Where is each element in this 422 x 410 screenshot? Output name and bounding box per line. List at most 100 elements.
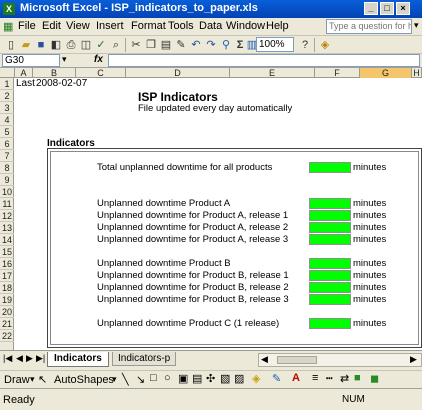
first-sheet-icon[interactable]: |◀ [3,353,12,364]
help-search-input[interactable]: Type a question for help [326,19,412,34]
column-header-g[interactable]: G [360,68,412,78]
scroll-thumb[interactable] [277,356,317,364]
menu-tools[interactable]: Tools [168,20,194,32]
row-header[interactable]: 11 [0,198,14,210]
line-style-icon[interactable]: ≡ [312,372,318,384]
fill-color-icon[interactable]: ◈ [318,38,332,52]
indicator-value-cell[interactable] [309,162,351,173]
row-header[interactable]: 4 [0,114,14,126]
row-header[interactable]: 22 [0,330,14,342]
column-header-e[interactable]: E [230,68,315,78]
print-icon[interactable]: ⎙ [64,38,78,52]
shadow-style-icon[interactable]: ■ [354,372,361,384]
menu-help[interactable]: Help [266,20,289,32]
formula-input[interactable] [108,54,420,67]
column-header-c[interactable]: C [76,68,126,78]
copy-icon[interactable]: ❐ [144,38,158,52]
name-box-dropdown-icon[interactable]: ▾ [62,54,67,65]
help-icon[interactable]: ? [298,38,312,52]
name-box[interactable]: G30 [2,54,60,67]
rectangle-icon[interactable]: □ [150,372,157,384]
row-header[interactable]: 10 [0,186,14,198]
indicator-value-cell[interactable] [309,222,351,233]
menu-view[interactable]: View [66,20,90,32]
clip-art-icon[interactable]: ▧ [220,372,230,385]
diagram-icon[interactable]: ✣ [206,372,215,385]
new-icon[interactable]: ▯ [4,38,18,52]
dash-style-icon[interactable]: ┅ [326,372,333,385]
menu-edit[interactable]: Edit [42,20,61,32]
insert-function-icon[interactable]: fx [94,54,103,65]
indicator-value-cell[interactable] [309,294,351,305]
row-header[interactable]: 13 [0,222,14,234]
cut-icon[interactable]: ✂ [129,38,143,52]
fill-color-icon[interactable]: ◈ [252,372,260,385]
undo-icon[interactable]: ↶ [189,38,203,52]
tab-indicators[interactable]: Indicators [47,352,109,367]
row-header[interactable]: 15 [0,246,14,258]
select-all-corner[interactable] [0,68,15,78]
close-button[interactable]: × [396,2,410,15]
row-header[interactable]: 19 [0,294,14,306]
next-sheet-icon[interactable]: ▶ [26,353,33,364]
line-color-icon[interactable]: ✎ [272,372,281,385]
last-sheet-icon[interactable]: ▶| [36,353,45,364]
row-header[interactable]: 18 [0,282,14,294]
workbook-icon[interactable]: ▦ [3,20,13,33]
column-header-d[interactable]: D [126,68,230,78]
row-header[interactable]: 3 [0,102,14,114]
menu-insert[interactable]: Insert [96,20,124,32]
redo-icon[interactable]: ↷ [204,38,218,52]
tab-indicators-p[interactable]: Indicators-p [112,352,177,366]
menu-data[interactable]: Data [199,20,222,32]
arrow-icon[interactable]: ↘ [136,373,145,386]
column-header-b[interactable]: B [33,68,76,78]
column-header-f[interactable]: F [315,68,360,78]
zoom-select[interactable]: 100% [256,37,294,52]
wordart-icon[interactable]: ▤ [192,372,202,385]
indicator-value-cell[interactable] [309,270,351,281]
scroll-left-icon[interactable]: ◀ [261,354,268,365]
prev-sheet-icon[interactable]: ◀ [16,353,23,364]
oval-icon[interactable]: ○ [164,372,171,384]
row-header[interactable]: 6 [0,138,14,150]
open-icon[interactable]: ▰ [19,38,33,52]
arrow-style-icon[interactable]: ⇄ [340,372,349,385]
row-header[interactable]: 1 [0,78,14,90]
paste-icon[interactable]: ▤ [159,38,173,52]
excel-app-icon[interactable]: X [3,3,15,15]
row-header[interactable]: 9 [0,174,14,186]
horizontal-scrollbar[interactable]: ◀ ▶ [258,353,422,367]
print-preview-icon[interactable]: ◫ [79,38,93,52]
row-header[interactable]: 16 [0,258,14,270]
row-header[interactable]: 21 [0,318,14,330]
row-header[interactable]: 8 [0,162,14,174]
indicator-value-cell[interactable] [309,318,351,329]
save-icon[interactable]: ■ [34,38,48,52]
worksheet-grid[interactable]: Last 2008-02-07 ISP Indicators File upda… [15,78,422,350]
row-header[interactable]: 12 [0,210,14,222]
3d-style-icon[interactable]: ◼ [370,372,379,385]
indicator-value-cell[interactable] [309,198,351,209]
indicator-value-cell[interactable] [309,210,351,221]
minimize-button[interactable]: _ [364,2,378,15]
row-header[interactable]: 17 [0,270,14,282]
menu-window[interactable]: Window [226,20,265,32]
chevron-down-icon[interactable]: ▾ [414,20,419,31]
row-header[interactable]: 20 [0,306,14,318]
picture-icon[interactable]: ▨ [234,372,244,385]
format-painter-icon[interactable]: ✎ [174,38,188,52]
row-header[interactable]: 14 [0,234,14,246]
scroll-right-icon[interactable]: ▶ [410,354,417,365]
row-header[interactable]: 7 [0,150,14,162]
text-box-icon[interactable]: ▣ [178,372,188,385]
indicator-value-cell[interactable] [309,234,351,245]
cell-a1[interactable]: Last [16,78,35,90]
select-objects-icon[interactable]: ↖ [38,373,47,386]
row-header[interactable]: 2 [0,90,14,102]
font-color-icon[interactable]: A [292,372,300,384]
indicator-value-cell[interactable] [309,282,351,293]
menu-file[interactable]: File [18,20,36,32]
research-icon[interactable]: ⌕ [109,38,123,52]
indicator-value-cell[interactable] [309,258,351,269]
